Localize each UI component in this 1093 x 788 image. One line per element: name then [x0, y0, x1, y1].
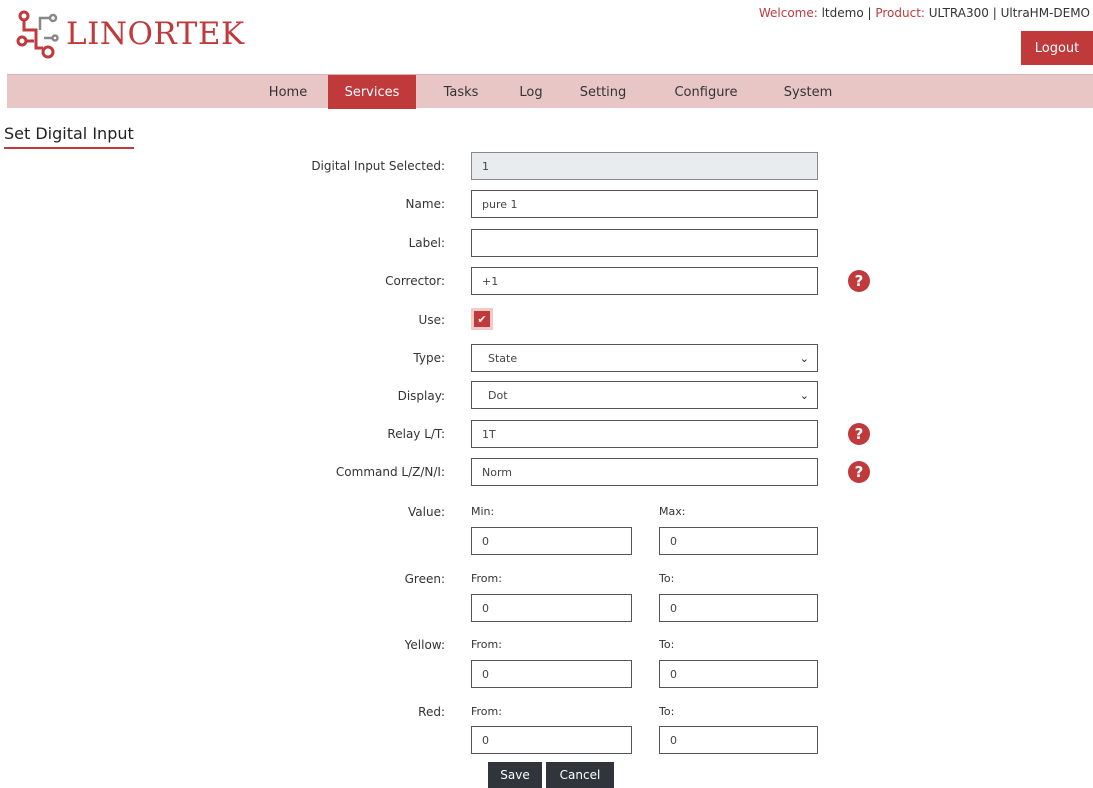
red-to-input[interactable]: 0	[659, 726, 818, 754]
display-label: Display:	[397, 389, 445, 403]
value-min-input[interactable]: 0	[471, 527, 632, 555]
chevron-down-icon: ⌄	[799, 352, 809, 365]
yellow-to-label: To:	[659, 638, 675, 651]
welcome-bar: Welcome: ltdemo | Product: ULTRA300 | Ul…	[759, 6, 1090, 20]
nav-services[interactable]: Services	[328, 75, 416, 109]
logo-text: LINORTEK	[66, 15, 245, 52]
use-label: Use:	[418, 313, 445, 327]
welcome-user: ltdemo	[821, 6, 864, 20]
device-name: UltraHM-DEMO	[1000, 6, 1090, 20]
nav-tasks[interactable]: Tasks	[431, 75, 491, 109]
command-label: Command L/Z/N/I:	[335, 465, 445, 479]
red-from-input[interactable]: 0	[471, 726, 632, 754]
label-input[interactable]	[471, 229, 818, 257]
yellow-from-input[interactable]: 0	[471, 660, 632, 688]
label-label: Label:	[408, 236, 445, 250]
corrector-help-icon[interactable]: ?	[848, 270, 870, 292]
yellow-from-label: From:	[471, 638, 502, 651]
check-icon: ✔	[477, 312, 487, 326]
name-input[interactable]: pure 1	[471, 190, 818, 218]
type-select[interactable]: State ⌄	[471, 344, 818, 372]
digital-input-selected-field: 1	[471, 152, 818, 180]
brand-logo[interactable]: LINORTEK	[14, 8, 245, 60]
nav-configure[interactable]: Configure	[662, 75, 750, 109]
corrector-label: Corrector:	[385, 274, 445, 288]
name-label: Name:	[405, 197, 445, 211]
main-nav: Home Services Tasks Log Setting Configur…	[7, 74, 1093, 109]
relay-help-icon[interactable]: ?	[848, 423, 870, 445]
use-checkbox[interactable]: ✔	[471, 308, 493, 330]
relay-input[interactable]: 1T	[471, 420, 818, 448]
product-label: Product:	[875, 6, 929, 20]
red-label: Red:	[418, 705, 445, 719]
red-to-label: To:	[659, 705, 675, 718]
green-from-input[interactable]: 0	[471, 594, 632, 622]
yellow-label: Yellow:	[404, 638, 445, 652]
chevron-down-icon: ⌄	[799, 389, 809, 402]
green-label: Green:	[404, 572, 445, 586]
red-from-label: From:	[471, 705, 502, 718]
separator: |	[988, 6, 1001, 20]
digital-input-selected-label: Digital Input Selected:	[311, 159, 445, 173]
green-to-input[interactable]: 0	[659, 594, 818, 622]
green-to-label: To:	[659, 572, 675, 585]
linortek-logo-icon	[16, 10, 59, 59]
green-from-label: From:	[471, 572, 502, 585]
value-max-input[interactable]: 0	[659, 527, 818, 555]
type-select-value: State	[488, 351, 518, 365]
product-value: ULTRA300	[928, 6, 989, 20]
type-label: Type:	[413, 351, 445, 365]
value-min-label: Min:	[471, 505, 495, 518]
command-input[interactable]: Norm	[471, 458, 818, 486]
command-help-icon[interactable]: ?	[848, 461, 870, 483]
save-button[interactable]: Save	[488, 762, 542, 788]
display-select-value: Dot	[488, 388, 508, 402]
cancel-button[interactable]: Cancel	[546, 762, 614, 788]
relay-label: Relay L/T:	[387, 427, 445, 441]
nav-setting[interactable]: Setting	[567, 75, 639, 109]
page-title: Set Digital Input	[4, 124, 134, 149]
nav-home[interactable]: Home	[257, 75, 319, 109]
corrector-input[interactable]: +1	[471, 267, 818, 295]
display-select[interactable]: Dot ⌄	[471, 381, 818, 409]
yellow-to-input[interactable]: 0	[659, 660, 818, 688]
logout-button[interactable]: Logout	[1021, 31, 1093, 65]
value-label: Value:	[408, 505, 445, 519]
nav-system[interactable]: System	[772, 75, 844, 109]
value-max-label: Max:	[659, 505, 686, 518]
welcome-label: Welcome:	[758, 6, 822, 20]
nav-log[interactable]: Log	[510, 75, 552, 109]
separator: |	[863, 6, 876, 20]
